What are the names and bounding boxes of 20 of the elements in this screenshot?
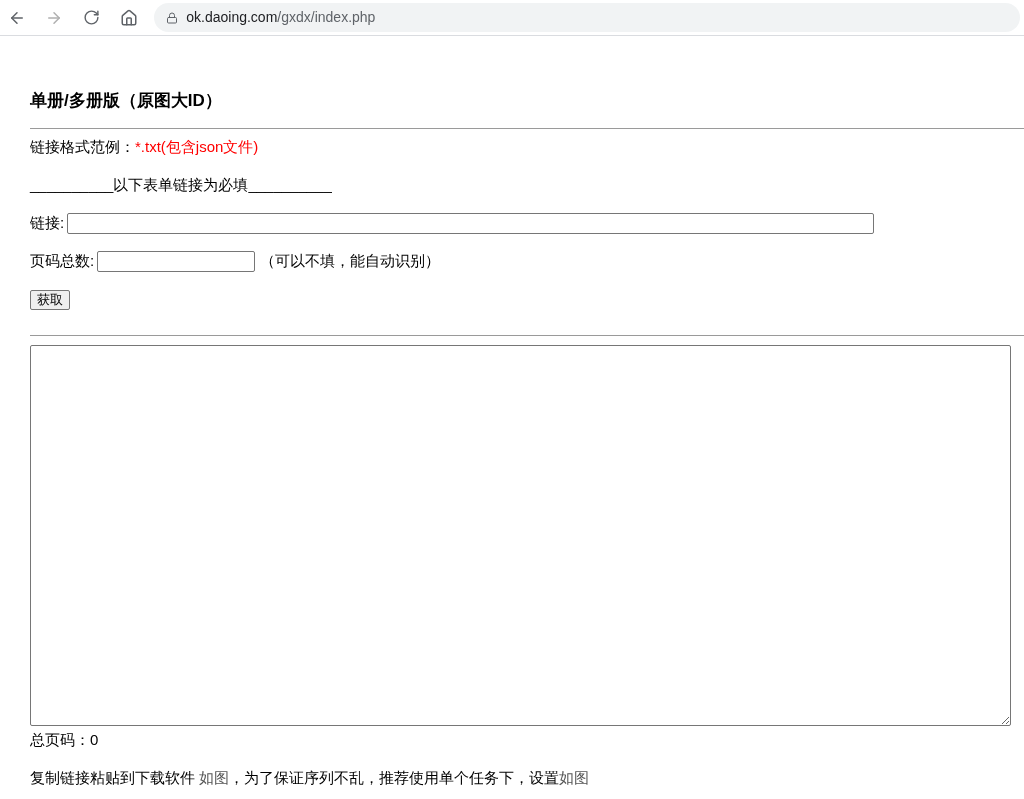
url-path: /gxdx/index.php bbox=[277, 8, 376, 27]
image-link[interactable]: 如图 bbox=[559, 768, 590, 786]
address-bar[interactable]: ok.daoing.com/gxdx/index.php bbox=[154, 3, 1020, 32]
footer-note: 复制链接粘贴到下载软件 如图，为了保证序列不乱，推荐使用单个任务下，设置如图 bbox=[30, 767, 591, 788]
page-heading: 单册/多册版（原图大ID） bbox=[30, 90, 223, 112]
home-icon bbox=[120, 8, 139, 27]
fetch-button[interactable]: 获取 bbox=[30, 289, 70, 310]
lock-icon bbox=[166, 11, 179, 24]
format-label: 链接格式范例： bbox=[30, 138, 135, 155]
input-field[interactable] bbox=[97, 251, 256, 272]
field-label: 链接: bbox=[30, 213, 65, 234]
total-pages: 总页码：0 bbox=[30, 730, 99, 750]
input-field[interactable] bbox=[67, 213, 875, 234]
field-label: 页码总数: bbox=[30, 251, 95, 272]
image-link[interactable]: 如图 bbox=[199, 768, 230, 786]
reload-icon bbox=[83, 9, 101, 26]
format-example: *.txt(包含json文件) bbox=[135, 138, 259, 155]
required-note: __________以下表单链接为必填__________ bbox=[30, 175, 332, 195]
url-domain: ok.daoing.com bbox=[186, 8, 278, 27]
field-note: （可以不填，能自动识别） bbox=[260, 251, 441, 272]
